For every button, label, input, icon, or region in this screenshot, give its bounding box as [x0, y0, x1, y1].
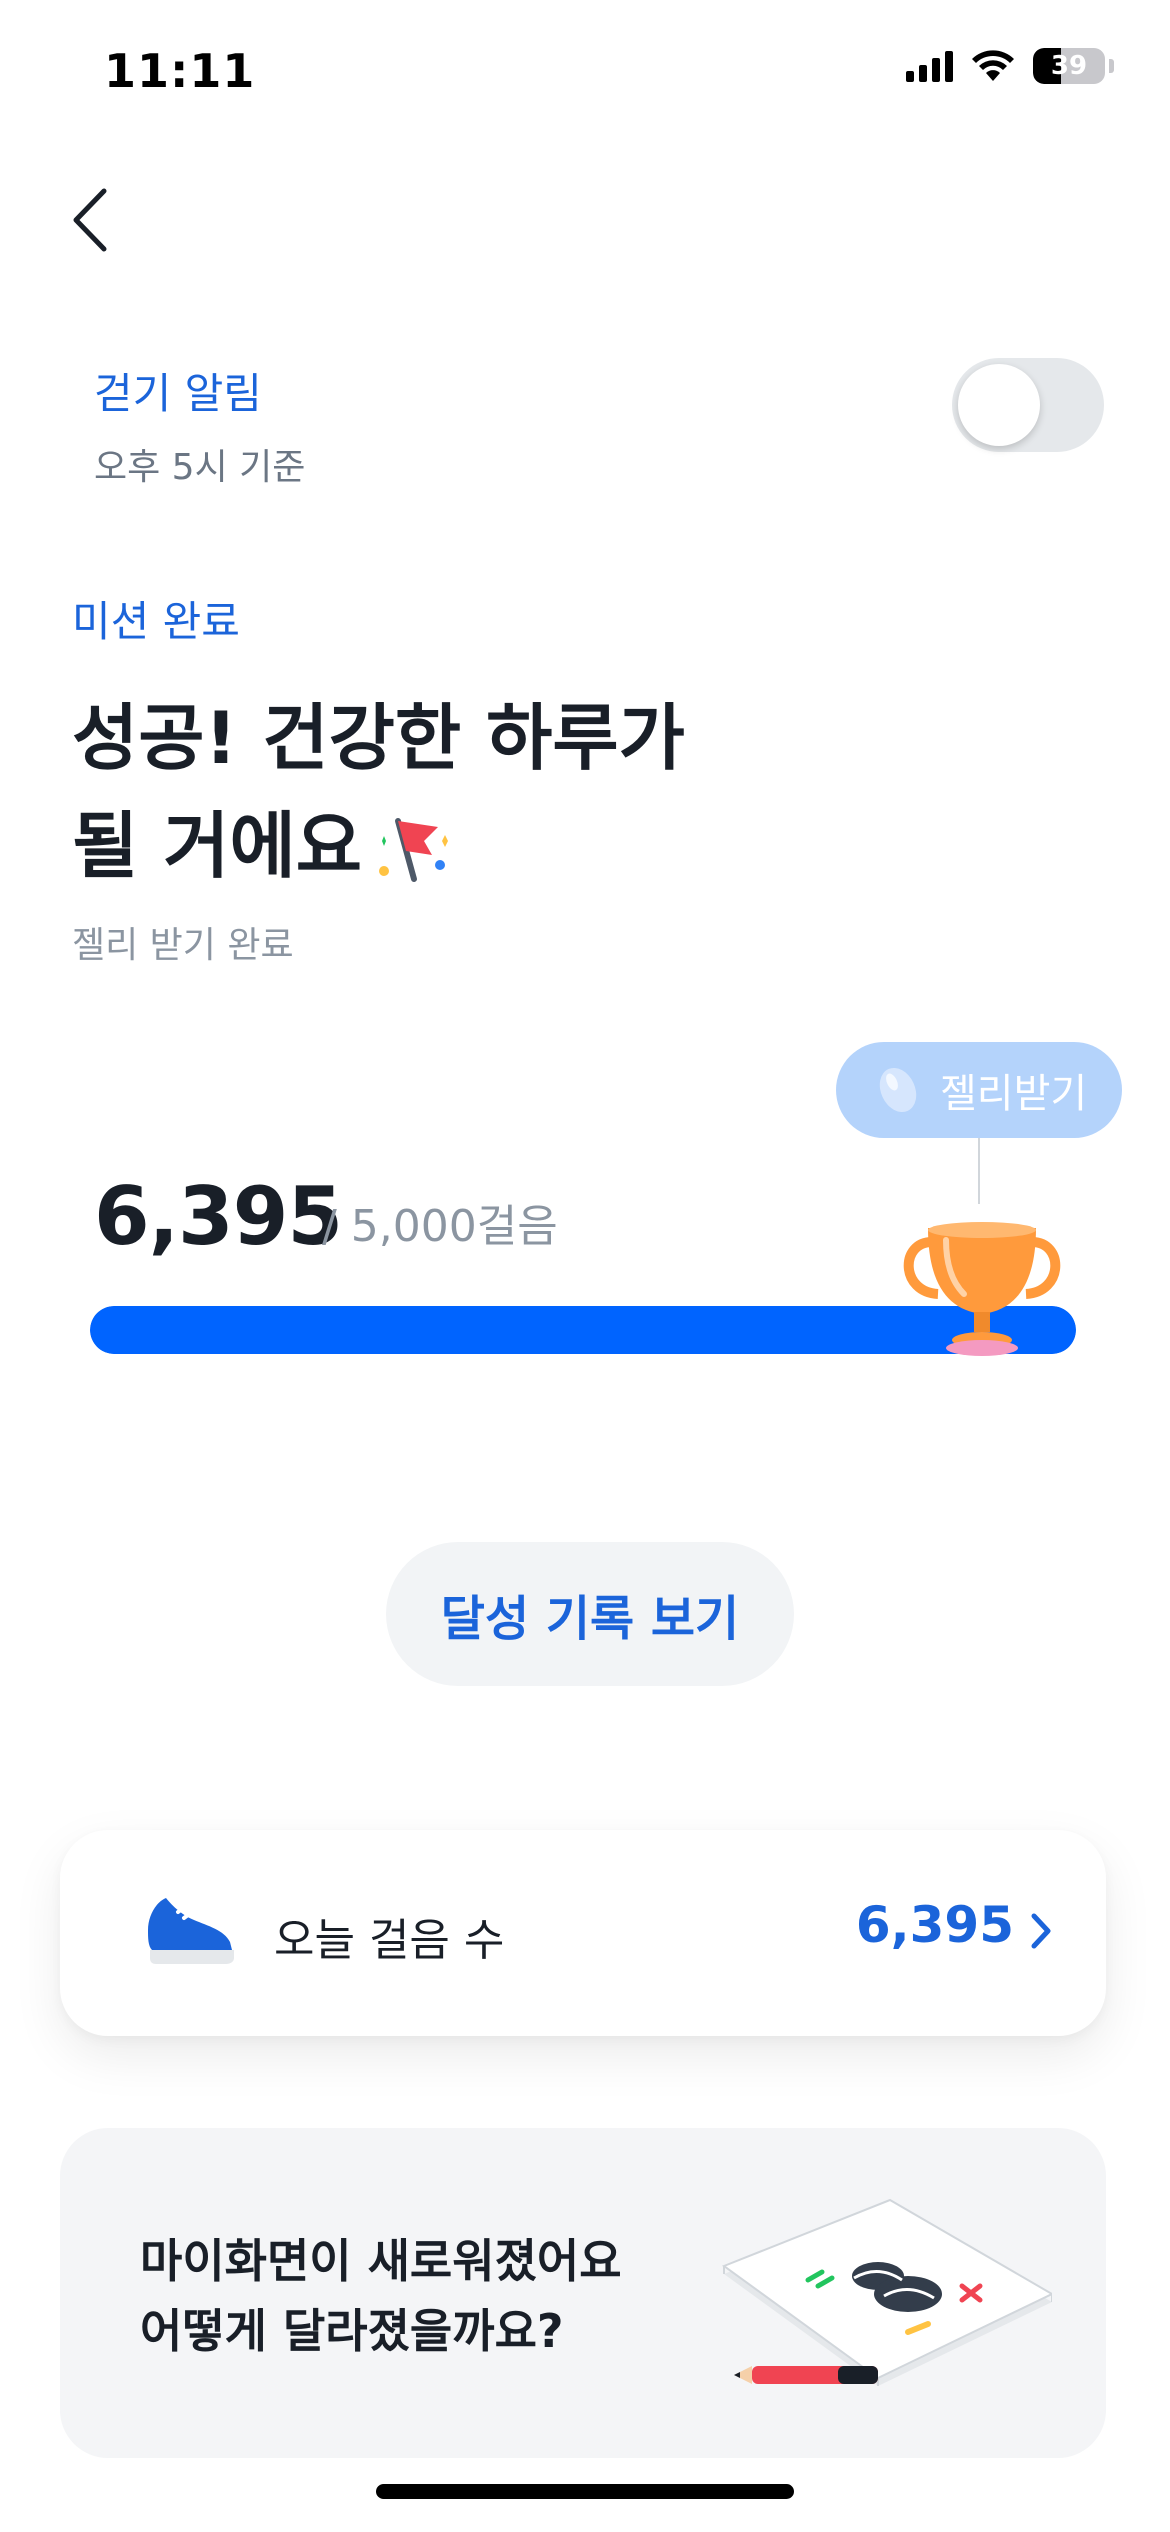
jelly-received-status: 젤리 받기 완료: [72, 925, 294, 966]
news-text: 마이화면이 새로워졌어요 어떻게 달라졌을까요?: [140, 2226, 622, 2366]
chevron-left-icon: [73, 188, 107, 252]
jelly-receive-button[interactable]: 젤리받기: [836, 1042, 1122, 1138]
battery-level: 39: [1050, 51, 1088, 81]
achievement-history-button[interactable]: 달성 기록 보기: [386, 1542, 794, 1686]
cellular-signal-icon: [906, 50, 953, 82]
today-steps-card[interactable]: 오늘 걸음 수 6,395: [60, 1830, 1106, 2036]
jelly-bean-icon: [879, 1067, 917, 1113]
status-time: 11:11: [104, 44, 256, 98]
mission-headline: 성공! 건강한 하루가 될 거에요: [72, 684, 685, 900]
today-steps-value: 6,395: [855, 1896, 1014, 1954]
home-indicator: [376, 2484, 794, 2499]
back-button[interactable]: [60, 180, 120, 260]
walk-alert-subtitle: 오후 5시 기준: [94, 447, 306, 488]
headline-line-2: 될 거에요: [72, 792, 685, 900]
celebration-flag-icon: [379, 818, 449, 883]
steps-count: 6,395: [94, 1170, 343, 1263]
headline-line-1: 성공! 건강한 하루가: [72, 696, 685, 780]
sneaker-icon: [148, 1898, 234, 1964]
wifi-icon: [972, 50, 1014, 81]
battery-icon: 39: [1033, 48, 1105, 84]
walk-alert-toggle[interactable]: [952, 358, 1104, 452]
headline-line-2-text: 될 거에요: [72, 804, 363, 888]
status-bar: 11:11 39: [0, 0, 1170, 150]
my-screen-news-card[interactable]: 마이화면이 새로워졌어요 어떻게 달라졌을까요?: [60, 2128, 1106, 2458]
news-line-2: 어떻게 달라졌을까요?: [140, 2304, 564, 2358]
steps-goal: / 5,000걸음: [322, 1201, 558, 1252]
jelly-receive-label: 젤리받기: [940, 1071, 1088, 1117]
mission-label: 미션 완료: [72, 597, 240, 646]
notebook-pencil-illustration: [721, 2198, 1052, 2386]
toggle-knob: [958, 364, 1040, 446]
bubble-connector: [978, 1138, 980, 1204]
status-icons: 39: [906, 48, 1114, 84]
battery-tip: [1109, 59, 1114, 73]
walk-alert-title: 걷기 알림: [94, 369, 262, 418]
trophy-icon: [903, 1222, 1061, 1356]
chevron-right-icon: [1031, 1913, 1051, 1949]
news-line-1: 마이화면이 새로워졌어요: [140, 2234, 622, 2288]
today-steps-label: 오늘 걸음 수: [274, 1915, 505, 1966]
